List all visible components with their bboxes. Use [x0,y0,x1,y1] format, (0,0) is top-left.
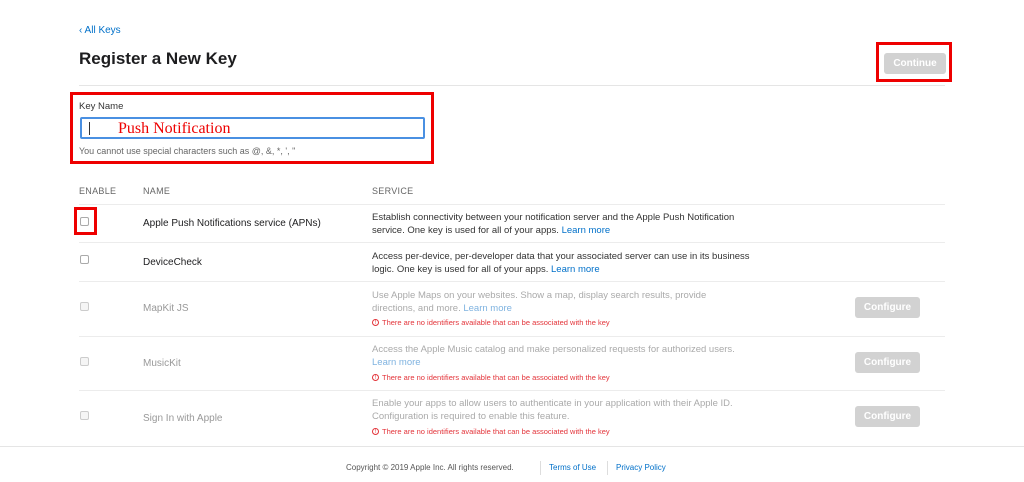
checkbox-highlight-box [74,207,97,235]
row-divider [79,242,945,243]
warning-message: ! There are no identifiers available tha… [372,427,610,436]
service-desc-sign-in-with-apple: Enable your apps to allow users to authe… [372,397,752,423]
warning-message: ! There are no identifiers available tha… [372,373,610,382]
learn-more-link[interactable]: Learn more [551,264,600,275]
configure-button-mapkit[interactable]: Configure [855,297,920,318]
footer-separator [607,461,608,475]
learn-more-link[interactable]: Learn more [463,303,512,314]
privacy-policy-link[interactable]: Privacy Policy [616,463,666,472]
service-name-sign-in-with-apple: Sign In with Apple [143,413,223,424]
configure-button-sign-in-with-apple[interactable]: Configure [855,406,920,427]
warning-icon: ! [372,319,379,326]
learn-more-link[interactable]: Learn more [372,357,421,368]
service-desc-text: Establish connectivity between your noti… [372,212,735,236]
warning-text: There are no identifiers available that … [382,427,610,436]
service-name-devicecheck: DeviceCheck [143,257,202,268]
service-name-musickit: MusicKit [143,358,181,369]
row-divider [79,390,945,391]
enable-checkbox-devicecheck[interactable] [80,255,89,264]
footer-separator [540,461,541,475]
row-divider [79,336,945,337]
column-header-service: SERVICE [372,186,414,196]
service-desc-musickit: Access the Apple Music catalog and make … [372,343,752,369]
continue-highlight-box [876,42,952,82]
warning-icon: ! [372,374,379,381]
warning-message: ! There are no identifiers available tha… [372,318,610,327]
enable-checkbox-mapkit[interactable] [80,302,89,311]
service-desc-text: Use Apple Maps on your websites. Show a … [372,290,707,314]
warning-text: There are no identifiers available that … [382,318,610,327]
page-title: Register a New Key [79,49,237,68]
enable-checkbox-musickit[interactable] [80,357,89,366]
warning-icon: ! [372,428,379,435]
service-name-mapkit: MapKit JS [143,303,189,314]
service-name-apns: Apple Push Notifications service (APNs) [143,218,321,229]
column-header-name: NAME [143,186,171,196]
row-divider [79,281,945,282]
column-header-enable: ENABLE [79,186,117,196]
service-desc-text: Enable your apps to allow users to authe… [372,398,733,422]
warning-text: There are no identifiers available that … [382,373,610,382]
header-divider [79,85,945,86]
key-name-highlight-box [70,92,434,164]
table-header-divider [79,204,945,205]
service-desc-mapkit: Use Apple Maps on your websites. Show a … [372,289,752,315]
learn-more-link[interactable]: Learn more [562,225,611,236]
footer-copyright: Copyright © 2019 Apple Inc. All rights r… [346,463,514,472]
enable-checkbox-sign-in-with-apple[interactable] [80,411,89,420]
service-desc-apns: Establish connectivity between your noti… [372,211,752,237]
service-desc-text: Access the Apple Music catalog and make … [372,344,735,355]
back-link-all-keys[interactable]: ‹ All Keys [79,25,121,36]
service-desc-devicecheck: Access per-device, per-developer data th… [372,250,752,276]
footer-divider [0,446,1024,447]
terms-of-use-link[interactable]: Terms of Use [549,463,596,472]
configure-button-musickit[interactable]: Configure [855,352,920,373]
